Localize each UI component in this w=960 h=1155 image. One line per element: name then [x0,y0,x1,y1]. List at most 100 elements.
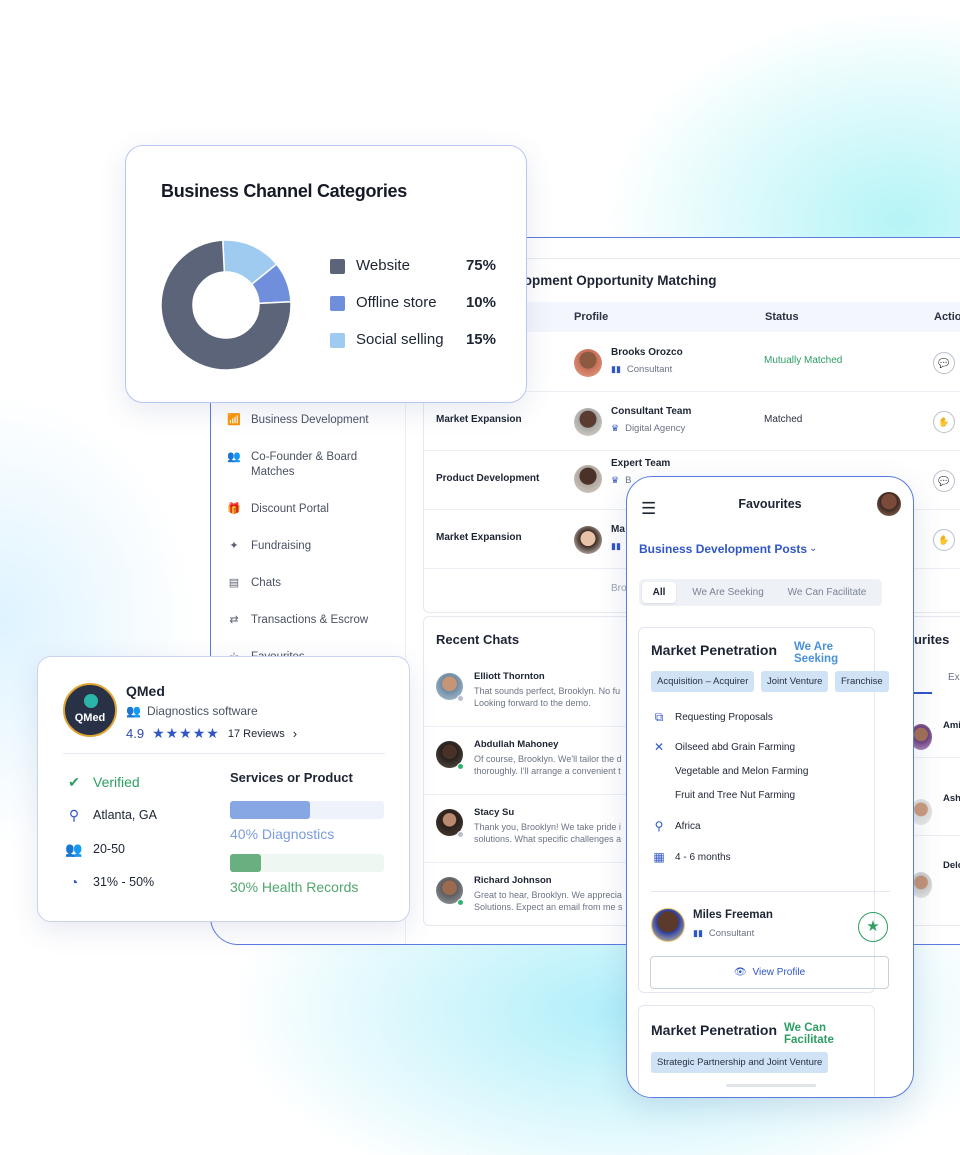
favourite-name: Delo [943,860,960,871]
sidebar-item-label: Co-Founder & Board Matches [251,451,358,478]
team-size-row: 👥 20-50 [65,840,125,858]
qmed-profile-card[interactable]: QMed QMed 👥 Diagnostics software 4.9 ★★★… [37,656,410,922]
chat-item[interactable]: Stacy Su Thank you, Brooklyn! We take pr… [424,795,632,863]
service-label: 30% Health Records [230,879,359,895]
segment-all[interactable]: All [642,582,676,603]
legend-item: Website 75% [330,256,500,276]
service-bar-track [230,801,384,819]
chat-preview: Great to hear, Brooklyn. We apprecia Sol… [474,890,623,912]
legend-item: Social selling 15% [330,330,500,350]
presence-indicator [457,763,464,770]
region-label: Africa [675,820,701,832]
avatar [574,408,602,436]
post-card[interactable]: Market Penetration We Are Seeking Acquis… [638,627,890,993]
verified-label: Verified [93,774,140,790]
deal-type-chip: Acquisition – Acquirer [651,671,755,692]
view-profile-label: View Profile [752,967,806,978]
sidebar-item-label: Transactions & Escrow [251,614,369,626]
star-rating-icon: ★★★★★ [152,725,220,741]
gift-icon: 🎁 [227,503,241,515]
profile-role: ♛ B [611,475,632,486]
donut-chart [160,239,292,371]
handshake-action-button[interactable]: ✋ [933,529,955,551]
chevron-right-icon[interactable]: › [293,726,297,741]
segment-we-can-facilitate[interactable]: We Can Facilitate [777,582,877,603]
crown-icon: ♛ [611,475,620,485]
sidebar-item-business-development[interactable]: 📶 Business Development [227,413,371,428]
home-indicator [726,1084,816,1087]
favourite-star-button[interactable]: ★ [858,912,888,942]
legend-swatch [330,296,345,311]
column-header-profile: Profile [574,311,609,323]
sidebar-item-discount-portal[interactable]: 🎁 Discount Portal [227,502,371,517]
rating-row[interactable]: 4.9 ★★★★★ 17 Reviews › [126,725,297,742]
handshake-action-button[interactable]: ✋ [933,411,955,433]
bar-chart-icon: ▮▮ [611,541,621,551]
legend-value: 15% [465,331,496,348]
divider [63,753,385,754]
bar-chart-icon: ▮▮ [611,364,621,374]
sidebar-item-label: Chats [251,577,282,589]
timeline-label: 4 - 6 months [675,851,731,863]
view-profile-button[interactable]: 👁 View Profile [650,956,889,989]
profile-role: ▮▮ [611,541,621,552]
logo-wordmark: QMed [74,712,106,724]
chat-action-button[interactable]: 💬 [933,352,955,374]
recent-chats-panel: Recent Chats Elliott Thornton That sound… [423,616,633,926]
favourite-name: Ami [943,720,960,731]
logo-mark-icon [84,694,98,708]
rating-value: 4.9 [126,726,145,741]
legend-value: 10% [465,294,496,311]
transfer-icon: ⇄ [229,614,239,626]
calendar-icon: ▦ [653,850,665,864]
tab-ex[interactable]: Ex [948,672,960,683]
reviews-link[interactable]: 17 Reviews [228,728,285,740]
requesting-row: ⧉ Requesting Proposals [651,710,773,725]
user-avatar[interactable] [877,492,901,516]
deal-type-chip: Joint Venture [761,671,829,692]
bar-chart-icon: ▮▮ [693,928,703,938]
person-name: Miles Freeman [693,909,773,921]
verified-check-icon: ✔ [68,774,80,790]
business-channel-card: Business Channel Categories Website 75% Of… [125,145,527,403]
person-role: ▮▮ Consultant [693,928,754,939]
channel-card-title: Business Channel Categories [161,181,407,201]
flow-icon: ⧉ [654,710,664,724]
profile-role: ▮▮ Consultant [611,364,673,375]
sidebar-item-fundraising[interactable]: ✦ Fundraising [227,539,371,554]
location-pin-icon: ⚲ [654,819,664,833]
chat-item[interactable]: Elliott Thornton That sounds perfect, Br… [424,659,632,727]
location-pin-icon: ⚲ [68,807,80,823]
deal-type-chip: Franchise [835,671,889,692]
profile-name: Brooks Orozco [611,347,683,358]
legend-label: Website [356,257,410,274]
chart-icon: 📶 [227,414,241,426]
region-row: ⚲ Africa [651,819,701,833]
people-icon: 👥 [227,451,241,463]
company-name: QMed [126,683,165,699]
user-chart-icon: ◔ [69,874,79,890]
segment-we-are-seeking[interactable]: We Are Seeking [683,582,773,603]
chat-action-button[interactable]: 💬 [933,470,955,492]
category-cell: Market Expansion [436,532,522,543]
sidebar-item-cofounder[interactable]: 👥 Co-Founder & Board Matches [227,450,371,480]
segmented-filter: All We Are Seeking We Can Facilitate [639,579,882,606]
legend-swatch [330,259,345,274]
recent-chats-title: Recent Chats [436,632,520,647]
sidebar-item-chats[interactable]: ▤ Chats [227,576,371,591]
chat-item[interactable]: Abdullah Mahoney Of course, Brooklyn. We… [424,727,632,795]
table-title: lopment Opportunity Matching [520,273,717,288]
qmed-logo: QMed [63,683,117,737]
presence-indicator [457,831,464,838]
chat-item[interactable]: Richard Johnson Great to hear, Brooklyn.… [424,863,632,925]
service-label: 40% Diagnostics [230,826,335,842]
deal-type-chip: Strategic Partnership and Joint Venture [651,1052,829,1073]
legend-value: 75% [465,257,496,274]
hands-icon: ✦ [229,540,239,552]
sidebar-item-transactions[interactable]: ⇄ Transactions & Escrow [227,613,371,628]
post-type-dropdown[interactable]: Business Development Posts [639,542,807,556]
chevron-down-icon[interactable]: ⌄ [809,543,817,554]
industry-label: Oilseed abd Grain Farming [675,741,796,753]
role-label: Consultant [708,928,755,939]
tools-icon: ✕ [653,740,665,754]
